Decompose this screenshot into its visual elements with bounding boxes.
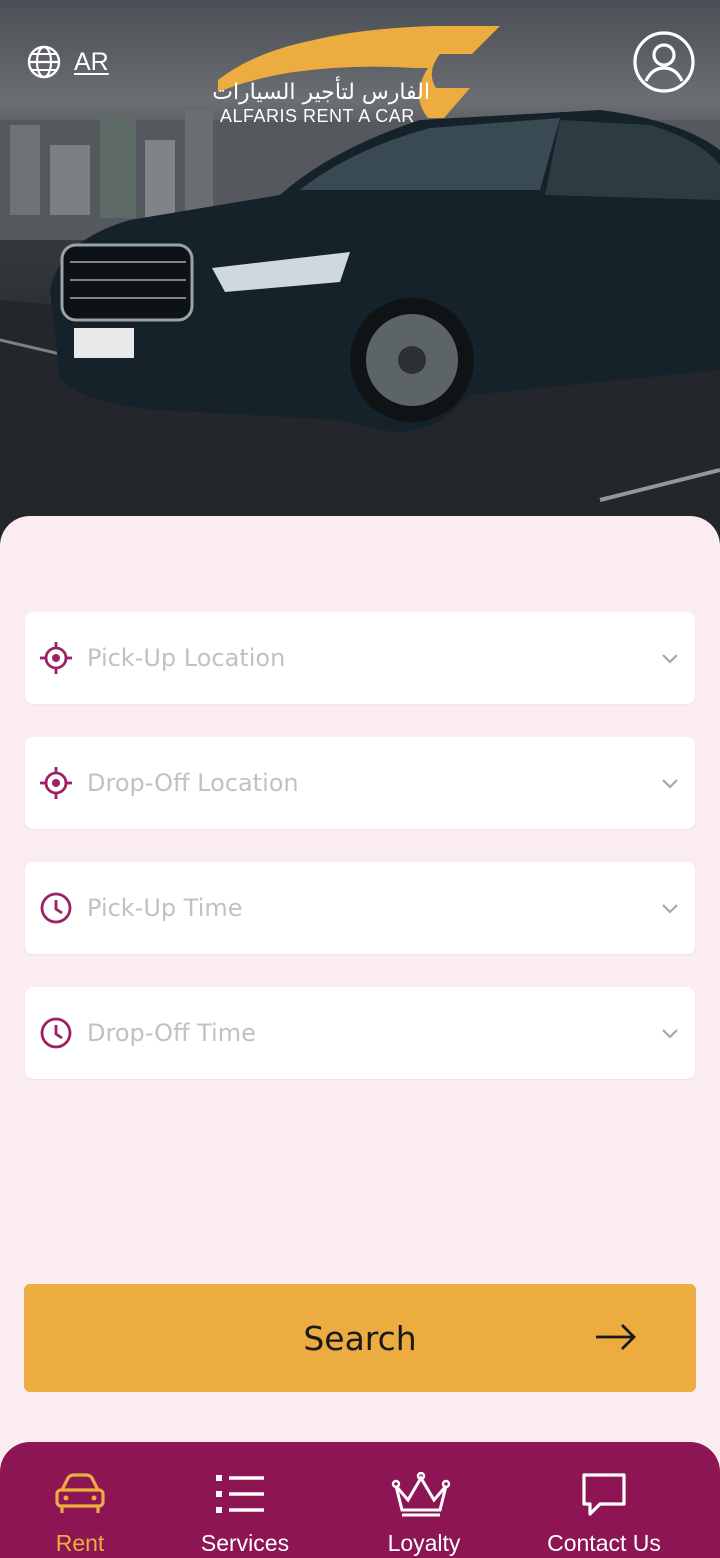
language-label: AR — [74, 47, 109, 76]
nav-label-loyalty: Loyalty — [387, 1530, 461, 1556]
profile-button[interactable] — [632, 30, 696, 98]
nav-label-services: Services — [200, 1530, 290, 1556]
nav-label-rent: Rent — [55, 1530, 105, 1556]
clock-icon — [40, 892, 72, 924]
crown-icon — [391, 1472, 451, 1517]
list-icon — [216, 1475, 264, 1513]
pickup-time-select[interactable]: Pick-Up Time — [25, 862, 695, 954]
arrow-right-icon — [596, 1324, 636, 1350]
dropoff-location-select[interactable]: Drop-Off Location — [25, 737, 695, 829]
dropoff-time-select[interactable]: Drop-Off Time — [25, 987, 695, 1079]
car-icon — [55, 1473, 105, 1513]
language-switch[interactable]: AR — [26, 44, 109, 80]
brand-logo: الفارس لتأجير السيارات ALFARIS RENT A CA… — [212, 22, 504, 132]
user-account-icon — [633, 31, 695, 93]
nav-label-contact-us: Contact Us — [547, 1530, 661, 1556]
chevron-down-icon — [662, 654, 678, 664]
pickup-location-placeholder: Pick-Up Location — [87, 644, 286, 672]
brand-name-english: ALFARIS RENT A CAR — [220, 106, 415, 126]
bottom-navigation: Rent Services Loyalty Contact Us — [0, 1442, 720, 1558]
target-icon — [40, 767, 72, 799]
dropoff-time-placeholder: Drop-Off Time — [87, 1019, 256, 1047]
chat-bubble-icon — [582, 1473, 626, 1516]
target-icon — [40, 642, 72, 674]
chevron-down-icon — [662, 904, 678, 914]
chevron-down-icon — [662, 1029, 678, 1039]
search-button-label: Search — [303, 1318, 417, 1358]
pickup-time-placeholder: Pick-Up Time — [87, 894, 243, 922]
nav-item-rent[interactable]: Rent — [28, 1442, 132, 1558]
nav-item-services[interactable]: Services — [184, 1442, 306, 1558]
globe-icon — [27, 45, 61, 79]
chevron-down-icon — [662, 779, 678, 789]
pickup-location-select[interactable]: Pick-Up Location — [25, 612, 695, 704]
nav-item-loyalty[interactable]: Loyalty — [372, 1442, 476, 1558]
hero-banner: AR الفارس لتأجير السيارات ALFARIS RENT A… — [0, 0, 720, 560]
dropoff-location-placeholder: Drop-Off Location — [87, 769, 299, 797]
nav-item-contact-us[interactable]: Contact Us — [540, 1442, 668, 1558]
search-button[interactable]: Search — [24, 1284, 696, 1392]
brand-name-arabic: الفارس لتأجير السيارات — [212, 80, 430, 105]
clock-icon — [40, 1017, 72, 1049]
